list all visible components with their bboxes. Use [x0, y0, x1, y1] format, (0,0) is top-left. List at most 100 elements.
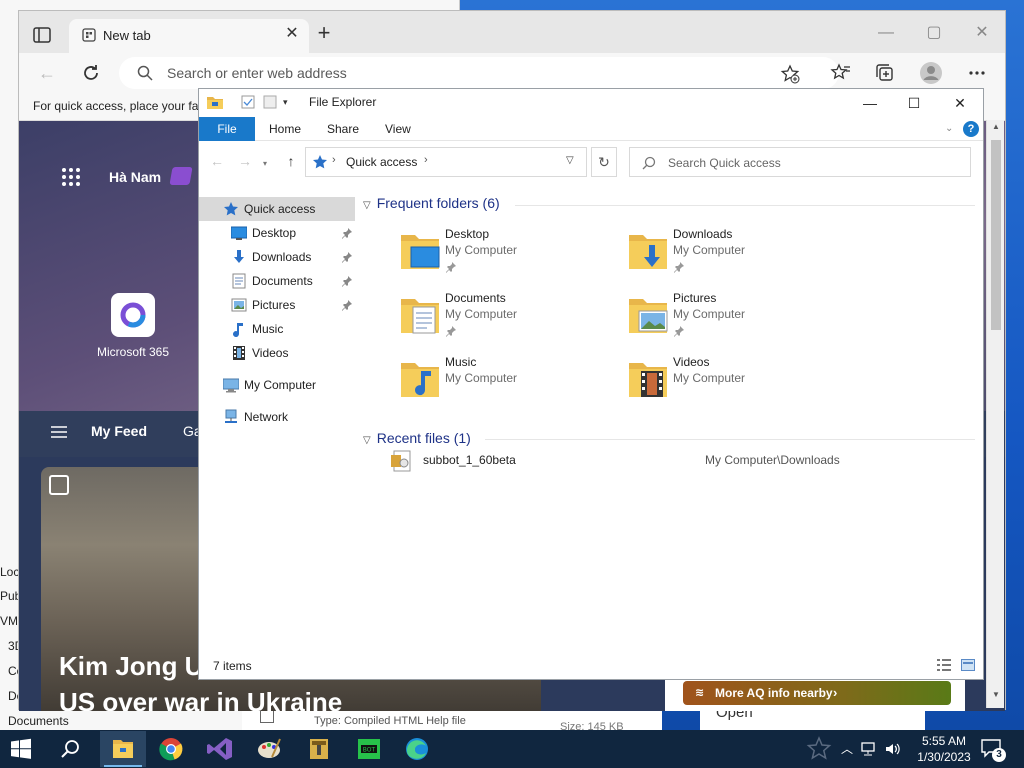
- start-button[interactable]: [10, 738, 32, 760]
- recent-file-row[interactable]: subbot_1_60beta My Computer\Downloads: [389, 447, 969, 475]
- taskbar-file-explorer[interactable]: [100, 731, 146, 767]
- taskbar-edge[interactable]: [394, 731, 440, 767]
- explorer-maximize-button[interactable]: ☐: [891, 89, 937, 117]
- refresh-button[interactable]: [79, 61, 103, 85]
- quick-access-toolbar-dropdown-icon[interactable]: ▾: [283, 97, 293, 107]
- folder-tile-documents[interactable]: Documents My Computer: [399, 287, 619, 347]
- folder-tile-music[interactable]: Music My Computer: [399, 351, 619, 411]
- air-quality-banner[interactable]: ≋ More AQ info nearby ›: [683, 681, 951, 705]
- nav-item-desktop[interactable]: Desktop: [199, 221, 355, 245]
- address-bar[interactable]: [119, 57, 839, 89]
- details-view-icon[interactable]: [937, 659, 951, 671]
- nav-item-documents[interactable]: Documents: [199, 269, 355, 293]
- nav-item-quick-access[interactable]: Quick access: [199, 197, 355, 221]
- taskbar-search-icon[interactable]: [60, 738, 82, 760]
- explorer-navigation-bar: ← → ▾ ↑ › Quick access › ▽ ↻: [199, 141, 983, 181]
- add-favorite-icon[interactable]: [779, 63, 801, 85]
- nav-item-videos[interactable]: Videos: [199, 341, 355, 365]
- ribbon-tabs: File Home Share View ⌄ ?: [199, 117, 983, 141]
- explorer-search-input[interactable]: [668, 154, 958, 172]
- tab-close-icon[interactable]: ✕: [283, 25, 301, 43]
- microsoft-365-tile[interactable]: [111, 293, 155, 337]
- show-hidden-icons-icon[interactable]: ︿: [838, 740, 856, 758]
- scroll-up-icon[interactable]: ▲: [987, 122, 1005, 136]
- folder-tile-downloads[interactable]: Downloads My Computer: [627, 223, 847, 283]
- checkbox[interactable]: [260, 709, 274, 723]
- breadcrumb-chevron-icon[interactable]: ›: [332, 154, 336, 166]
- taskbar-visual-studio[interactable]: [198, 731, 244, 767]
- explorer-minimize-button[interactable]: —: [847, 89, 893, 117]
- up-arrow-icon[interactable]: ↑: [281, 151, 301, 171]
- help-icon[interactable]: ?: [963, 121, 979, 137]
- hamburger-menu-icon[interactable]: [51, 425, 67, 439]
- clock-date[interactable]: 1/30/2023: [912, 750, 976, 764]
- ribbon-tab-view[interactable]: View: [385, 117, 411, 141]
- favorites-icon[interactable]: [829, 61, 853, 85]
- collections-icon[interactable]: [873, 61, 897, 85]
- taskbar-paint[interactable]: [246, 731, 292, 767]
- profile-avatar-icon[interactable]: [919, 61, 943, 85]
- more-options-icon[interactable]: [965, 61, 989, 85]
- frequent-folders-header[interactable]: ▽ Frequent folders (6): [363, 195, 500, 211]
- bg-fragment: VM: [0, 614, 18, 628]
- recent-locations-icon[interactable]: ▾: [263, 159, 267, 168]
- back-button[interactable]: ←: [35, 61, 59, 85]
- new-folder-icon[interactable]: [263, 95, 277, 109]
- ribbon-tab-share[interactable]: Share: [327, 117, 359, 141]
- back-arrow-icon[interactable]: ←: [207, 151, 227, 171]
- tab-new-tab[interactable]: New tab ✕: [69, 19, 309, 53]
- news-headline-line2: US over war in Ukraine: [59, 687, 343, 711]
- app-launcher-icon[interactable]: [61, 167, 81, 187]
- browser-close-button[interactable]: ✕: [959, 19, 1005, 47]
- pin-icon: [673, 325, 685, 337]
- nav-item-pictures[interactable]: Pictures: [199, 293, 355, 317]
- taskbar-archive[interactable]: [296, 731, 342, 767]
- folder-name: Pictures: [673, 291, 717, 305]
- scroll-thumb[interactable]: [991, 140, 1001, 330]
- volume-icon[interactable]: [884, 740, 902, 758]
- new-tab-button[interactable]: +: [313, 22, 335, 45]
- star-icon: [806, 736, 832, 762]
- section-divider: [485, 439, 975, 440]
- page-scrollbar[interactable]: ▲ ▼: [986, 120, 1004, 708]
- weather-location[interactable]: Hà Nam: [109, 169, 161, 185]
- explorer-address-bar[interactable]: › Quick access › ▽: [305, 147, 587, 177]
- tab-actions-button[interactable]: [31, 24, 53, 46]
- clock-time[interactable]: 5:55 AM: [914, 734, 974, 748]
- nav-item-downloads[interactable]: Downloads: [199, 245, 355, 269]
- ribbon-tab-home[interactable]: Home: [269, 117, 301, 141]
- properties-icon[interactable]: [241, 95, 255, 109]
- folder-location: My Computer: [445, 243, 518, 257]
- new-tab-page-icon: [81, 27, 97, 43]
- nav-item-network[interactable]: Network: [199, 405, 355, 429]
- network-icon: [223, 409, 239, 425]
- explorer-refresh-icon[interactable]: ↻: [591, 147, 617, 177]
- folder-tile-videos[interactable]: Videos My Computer: [627, 351, 847, 411]
- my-feed-tab[interactable]: My Feed: [91, 423, 147, 439]
- browser-maximize-button[interactable]: ▢: [911, 19, 957, 47]
- bot-app-icon: BOT: [358, 739, 380, 759]
- browser-minimize-button[interactable]: —: [863, 19, 909, 47]
- taskbar-chrome[interactable]: [148, 731, 194, 767]
- nav-item-my-computer[interactable]: My Computer: [199, 373, 355, 397]
- taskbar-bot-app[interactable]: BOT: [346, 731, 392, 767]
- scroll-down-icon[interactable]: ▼: [987, 690, 1005, 704]
- breadcrumb-chevron-icon[interactable]: ›: [424, 154, 428, 166]
- large-icons-view-icon[interactable]: [961, 659, 975, 671]
- breadcrumb-quick-access[interactable]: Quick access: [346, 155, 417, 169]
- folder-name: Desktop: [445, 227, 490, 241]
- recent-files-header[interactable]: ▽ Recent files (1): [363, 430, 471, 446]
- nav-item-music[interactable]: Music: [199, 317, 355, 341]
- explorer-close-button[interactable]: ✕: [937, 89, 983, 117]
- air-quality-link: More AQ info nearby: [715, 686, 833, 700]
- network-tray-icon[interactable]: [860, 740, 878, 758]
- ribbon-tab-file[interactable]: File: [199, 117, 255, 141]
- nav-item-label: My Computer: [244, 378, 317, 392]
- address-input[interactable]: [167, 63, 727, 83]
- chevron-down-icon[interactable]: ⌄: [945, 123, 957, 135]
- folder-tile-desktop[interactable]: Desktop My Computer: [399, 223, 619, 283]
- address-dropdown-icon[interactable]: ▽: [566, 155, 574, 166]
- explorer-search-box[interactable]: [629, 147, 971, 177]
- forward-arrow-icon[interactable]: →: [235, 151, 255, 171]
- folder-tile-pictures[interactable]: Pictures My Computer: [627, 287, 847, 347]
